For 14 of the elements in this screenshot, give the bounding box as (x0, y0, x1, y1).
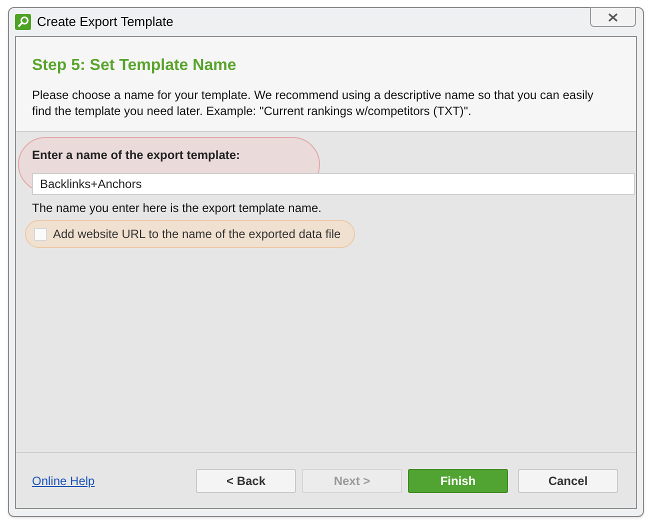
field-hint: The name you enter here is the export template name. (32, 200, 322, 217)
step-title: Step 5: Set Template Name (32, 56, 238, 76)
help-link[interactable]: Online Help (32, 472, 95, 490)
dialog-button[interactable]: < Back (196, 468, 296, 492)
checkbox-label: Add website URL to the name of the exported data file (53, 226, 341, 243)
field-label: Enter a name of the export template: (32, 147, 242, 164)
dialog-button[interactable]: Cancel (518, 468, 618, 492)
window-title: Create Export Template (37, 13, 174, 32)
step-description: Please choose a name for your template. We recommend using a descriptive name so that you can easily find the template you need later. Example: "Current rankings w/competitors (TXT)". (32, 87, 594, 119)
magnifier-icon (15, 14, 31, 30)
template-name-field[interactable]: Backlinks+Anchors (32, 173, 635, 195)
checkbox[interactable] (34, 228, 47, 240)
close-button[interactable] (590, 7, 636, 27)
close-icon (608, 12, 618, 22)
